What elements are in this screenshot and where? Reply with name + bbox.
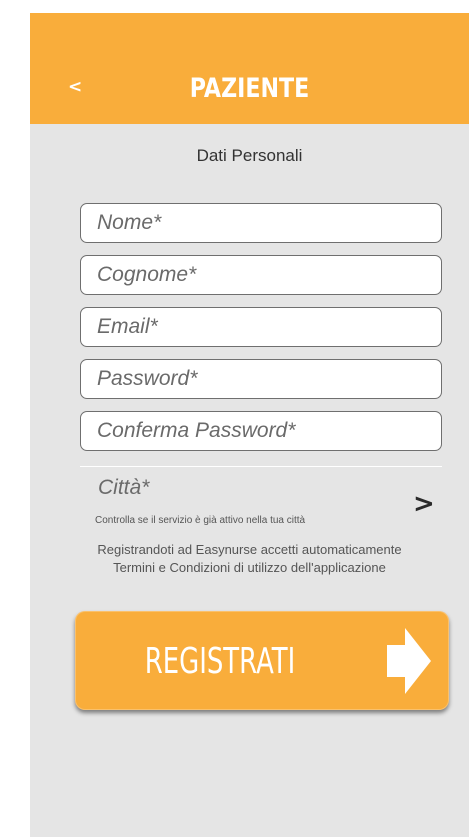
password-input[interactable] — [81, 360, 441, 398]
city-hint: Controlla se il servizio è già attivo ne… — [95, 515, 306, 526]
nome-field[interactable] — [80, 203, 442, 243]
register-button-label: REGISTRATI — [144, 641, 296, 682]
cognome-input[interactable] — [81, 256, 441, 294]
city-label: Città* — [98, 476, 150, 499]
terms-notice: Registrandoti ad Easynurse accetti autom… — [30, 541, 469, 577]
cognome-field[interactable] — [80, 255, 442, 295]
section-title: Dati Personali — [196, 146, 303, 165]
register-button[interactable]: REGISTRATI — [75, 611, 449, 710]
terms-line-2[interactable]: Termini e Condizioni di utilizzo dell'ap… — [30, 559, 469, 577]
app-header: < PAZIENTE — [30, 13, 469, 124]
email-input[interactable] — [81, 308, 441, 346]
chevron-right-icon[interactable]: > — [413, 489, 435, 519]
confirm-password-field[interactable] — [80, 411, 442, 451]
registration-screen: < PAZIENTE Dati Personali Città* Control… — [30, 13, 469, 837]
email-field[interactable] — [80, 307, 442, 347]
arrow-right-icon — [387, 628, 431, 694]
page-title: PAZIENTE — [189, 73, 310, 104]
city-selector[interactable]: Città* Controlla se il servizio è già at… — [80, 466, 442, 533]
nome-input[interactable] — [81, 204, 441, 242]
terms-line-1: Registrandoti ad Easynurse accetti autom… — [97, 542, 402, 557]
password-field[interactable] — [80, 359, 442, 399]
confirm-password-input[interactable] — [81, 412, 441, 450]
